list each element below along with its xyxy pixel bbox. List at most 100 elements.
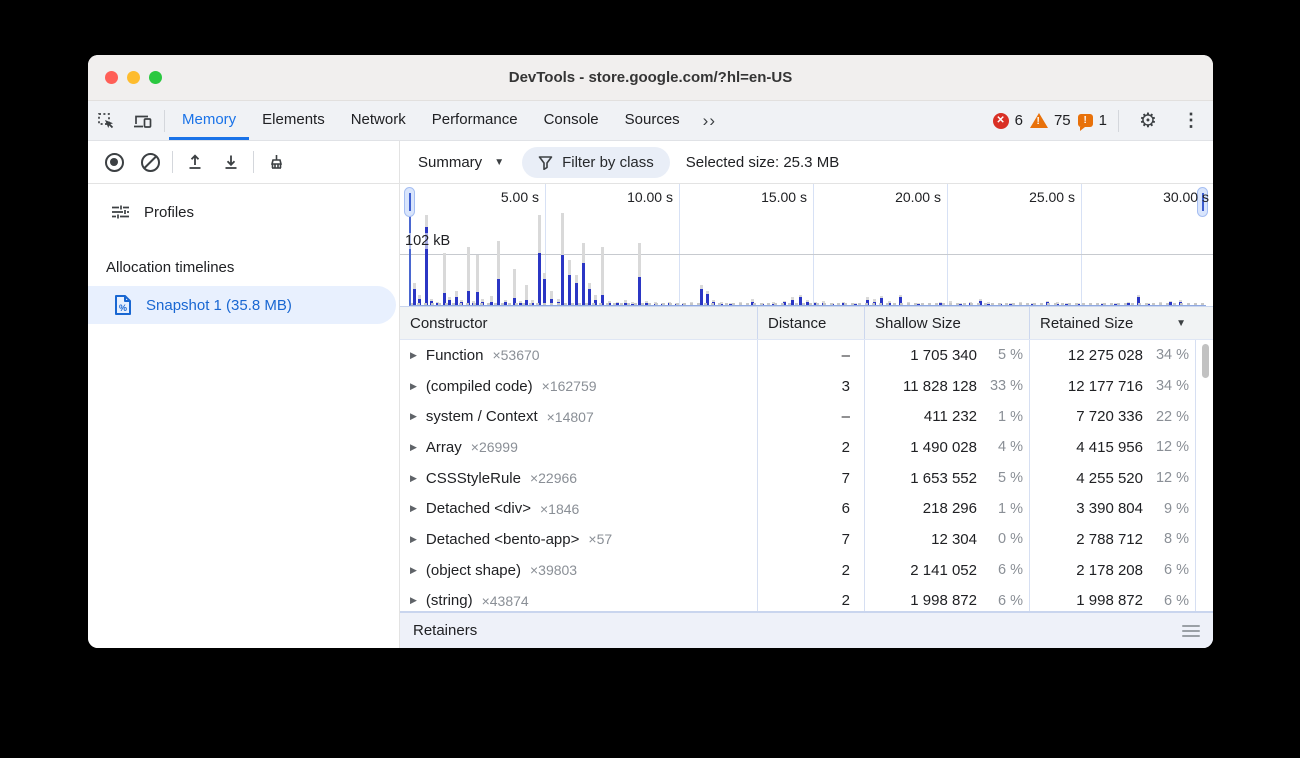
tab-sources[interactable]: Sources [612, 101, 693, 140]
instance-count: ×26999 [471, 439, 518, 455]
distance-cell: 7 [758, 463, 865, 494]
tab-label: Sources [625, 111, 680, 128]
vertical-scrollbar-thumb[interactable] [1202, 344, 1209, 378]
constructor-name: Array [426, 439, 462, 456]
shallow-size-percent: 5 % [977, 347, 1023, 363]
retained-size-value: 1 998 872 [1076, 592, 1143, 609]
shallow-size-cell: 1 653 552 5 % [865, 463, 1030, 494]
inspect-element-icon[interactable] [88, 101, 124, 140]
disclosure-triangle-icon[interactable]: ▶ [410, 534, 417, 545]
settings-gear-icon[interactable]: ⚙ [1130, 108, 1166, 133]
timeline-baseline [410, 303, 1207, 305]
distance-cell: 2 [758, 586, 865, 613]
load-profile-icon[interactable] [177, 153, 213, 171]
sidebar-item-snapshot[interactable]: % Snapshot 1 (35.8 MB) [88, 286, 396, 324]
shallow-size-percent: 1 % [977, 409, 1023, 425]
heap-table-row[interactable]: ▶ Function ×53670 – 1 705 340 5 % 12 275… [400, 340, 1213, 371]
issues-badge[interactable]: ! 1 [1078, 112, 1107, 129]
heap-table-row[interactable]: ▶ system / Context ×14807 – 411 232 1 % … [400, 401, 1213, 432]
column-header-shallow-size[interactable]: Shallow Size [865, 307, 1030, 339]
scrollbar-gutter-cell [1196, 555, 1213, 586]
tab-console[interactable]: Console [531, 101, 612, 140]
heap-table-row[interactable]: ▶ (string) ×43874 2 1 998 872 6 % 1 998 … [400, 586, 1213, 613]
zoom-window-button[interactable] [149, 71, 162, 84]
retained-size-percent: 12 % [1143, 470, 1189, 486]
kebab-menu-icon[interactable]: ⋮ [1173, 110, 1209, 131]
column-header-distance[interactable]: Distance [758, 307, 865, 339]
snapshot-document-icon: % [113, 294, 133, 316]
minimize-window-button[interactable] [127, 71, 140, 84]
retained-size-cell: 3 390 804 9 % [1030, 493, 1196, 524]
shallow-size-value: 2 141 052 [910, 562, 977, 579]
hamburger-icon[interactable] [1182, 625, 1200, 637]
error-badge[interactable]: ✕ 6 [993, 112, 1023, 129]
clear-profiles-icon[interactable] [132, 153, 168, 172]
shallow-size-value: 1 998 872 [910, 592, 977, 609]
tab-label: Performance [432, 111, 518, 128]
disclosure-triangle-icon[interactable]: ▶ [410, 411, 417, 422]
shallow-size-value: 1 490 028 [910, 439, 977, 456]
retained-size-percent: 6 % [1143, 593, 1189, 609]
heap-table-row[interactable]: ▶ (object shape) ×39803 2 2 141 052 6 % … [400, 555, 1213, 586]
disclosure-triangle-icon[interactable]: ▶ [410, 565, 417, 576]
tab-performance[interactable]: Performance [419, 101, 531, 140]
allocation-bar [413, 283, 416, 305]
heap-table-row[interactable]: ▶ Detached <bento-app> ×57 7 12 304 0 % … [400, 524, 1213, 555]
allocation-timeline-chart[interactable]: 102 kB 5.00 s10.00 s15.00 s20.00 s25.00 … [400, 184, 1213, 306]
retained-size-cell: 12 177 716 34 % [1030, 371, 1196, 402]
heap-table-row[interactable]: ▶ Array ×26999 2 1 490 028 4 % 4 415 956… [400, 432, 1213, 463]
memory-toolbar: Summary ▼ Filter by class Selected size:… [88, 141, 1213, 184]
warning-badge[interactable]: 75 [1030, 112, 1071, 129]
sidebar-item-profiles[interactable]: Profiles [88, 194, 399, 230]
time-axis-label: 25.00 s [991, 189, 1075, 205]
shallow-size-percent: 5 % [977, 470, 1023, 486]
retained-size-percent: 12 % [1143, 439, 1189, 455]
main-area: Profiles Allocation timelines % Snapshot… [88, 184, 1213, 648]
allocation-bar [601, 247, 604, 305]
time-axis-label: 20.00 s [857, 189, 941, 205]
constructor-cell: ▶ CSSStyleRule ×22966 [400, 463, 758, 494]
column-header-retained-size[interactable]: Retained Size ▼ [1030, 307, 1196, 339]
disclosure-triangle-icon[interactable]: ▶ [410, 442, 417, 453]
save-profile-icon[interactable] [213, 153, 249, 171]
record-heap-icon[interactable] [96, 153, 132, 172]
more-tabs-button[interactable]: ›› [693, 101, 726, 140]
tab-label: Memory [182, 111, 236, 128]
heap-table-row[interactable]: ▶ (compiled code) ×162759 3 11 828 128 3… [400, 371, 1213, 402]
retainers-bar[interactable]: Retainers [400, 612, 1213, 648]
perspective-select[interactable]: Summary ▼ [418, 154, 504, 171]
shallow-size-value: 1 653 552 [910, 470, 977, 487]
heap-table-body: ▶ Function ×53670 – 1 705 340 5 % 12 275… [400, 340, 1213, 612]
tab-memory[interactable]: Memory [169, 101, 249, 140]
clear-brush-icon[interactable] [258, 153, 294, 172]
range-handle-left[interactable] [404, 187, 415, 217]
column-header-constructor[interactable]: Constructor [400, 307, 758, 339]
shallow-size-percent: 33 % [977, 378, 1023, 394]
disclosure-triangle-icon[interactable]: ▶ [410, 350, 417, 361]
filter-by-class-input[interactable]: Filter by class [522, 147, 670, 178]
tab-label: Network [351, 111, 406, 128]
tab-network[interactable]: Network [338, 101, 419, 140]
filter-icon [538, 155, 553, 170]
shallow-size-cell: 218 296 1 % [865, 493, 1030, 524]
allocation-bar [700, 285, 703, 305]
disclosure-triangle-icon[interactable]: ▶ [410, 473, 417, 484]
toggle-device-toolbar-icon[interactable] [124, 101, 160, 140]
heap-table-row[interactable]: ▶ CSSStyleRule ×22966 7 1 653 552 5 % 4 … [400, 463, 1213, 494]
shallow-size-value: 1 705 340 [910, 347, 977, 364]
disclosure-triangle-icon[interactable]: ▶ [410, 381, 417, 392]
shallow-size-percent: 1 % [977, 501, 1023, 517]
disclosure-triangle-icon[interactable]: ▶ [410, 595, 417, 606]
heap-table-row[interactable]: ▶ Detached <div> ×1846 6 218 296 1 % 3 3… [400, 493, 1213, 524]
allocation-bar [538, 215, 541, 305]
tab-elements[interactable]: Elements [249, 101, 338, 140]
close-window-button[interactable] [105, 71, 118, 84]
constructor-name: (object shape) [426, 562, 521, 579]
allocation-bar [525, 285, 528, 305]
title-bar: DevTools - store.google.com/?hl=en-US [88, 55, 1213, 101]
constructor-cell: ▶ Detached <bento-app> ×57 [400, 524, 758, 555]
constructor-cell: ▶ Array ×26999 [400, 432, 758, 463]
shallow-size-cell: 1 490 028 4 % [865, 432, 1030, 463]
disclosure-triangle-icon[interactable]: ▶ [410, 503, 417, 514]
instance-count: ×22966 [530, 470, 577, 486]
